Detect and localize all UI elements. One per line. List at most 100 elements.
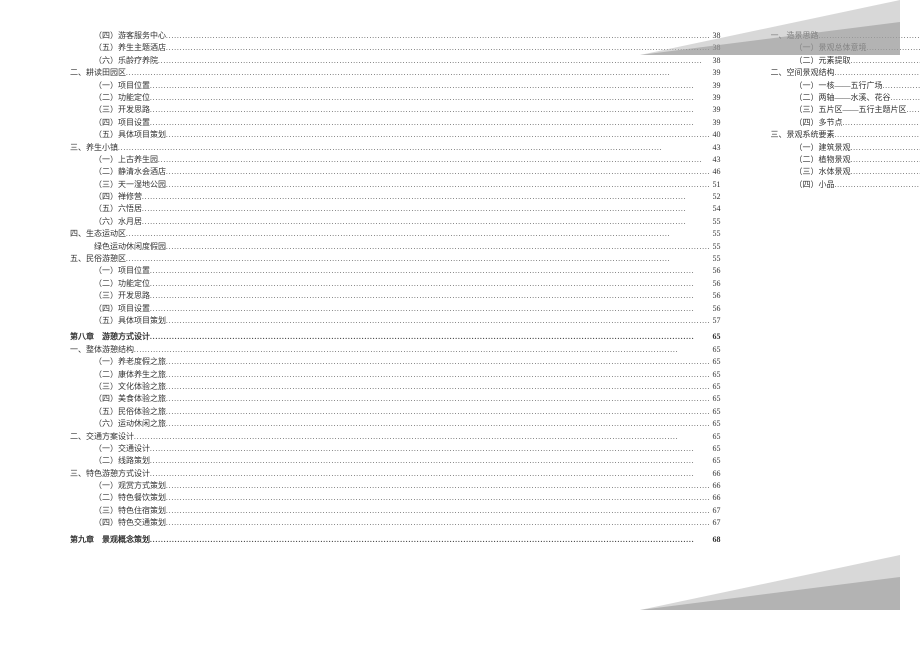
toc-page-number: 65 bbox=[711, 393, 721, 405]
toc-entry: （二）功能定位56 bbox=[70, 278, 721, 290]
toc-leader-dots bbox=[142, 203, 711, 215]
toc-label: （一）交通设计 bbox=[94, 443, 150, 455]
toc-label: （一）项目位置 bbox=[94, 80, 150, 92]
toc-leader-dots bbox=[851, 154, 920, 166]
toc-entry: （四）特色交通策划 67 bbox=[70, 517, 721, 529]
toc-leader-dots bbox=[891, 92, 920, 104]
toc-leader-dots bbox=[150, 117, 711, 129]
toc-label: （二）康体养生之旅 bbox=[94, 369, 166, 381]
toc-label: （六）运动休闲之旅 bbox=[94, 418, 166, 430]
toc-label: （三）开发思路 bbox=[94, 104, 150, 116]
toc-page-number: 65 bbox=[711, 418, 721, 430]
toc-entry: （三）开发思路39 bbox=[70, 104, 721, 116]
toc-page-number: 66 bbox=[711, 468, 721, 480]
toc-entry: （二）线路策划65 bbox=[70, 455, 721, 467]
toc-leader-dots bbox=[166, 241, 711, 253]
toc-entry: （四）小品70 bbox=[771, 179, 920, 191]
toc-entry: 第九章 景观概念策划68 bbox=[70, 534, 721, 546]
toc-label: （二）特色餐饮策划 bbox=[94, 492, 166, 504]
toc-entry: 五、民俗游憩区55 bbox=[70, 253, 721, 265]
toc-left-column: （四）游客服务中心38（五）养生主题酒店38（六）乐龄疗养院38二、耕读田园区3… bbox=[70, 30, 721, 546]
toc-entry: （一）观赏方式策划66 bbox=[70, 480, 721, 492]
toc-entry: （二）元素提取68 bbox=[771, 55, 920, 67]
toc-leader-dots bbox=[150, 92, 711, 104]
toc-entry: （一）建筑景观69 bbox=[771, 142, 920, 154]
toc-leader-dots bbox=[851, 166, 920, 178]
toc-leader-dots bbox=[835, 179, 920, 191]
toc-leader-dots bbox=[867, 42, 920, 54]
toc-entry: 二、耕读田园区39 bbox=[70, 67, 721, 79]
toc-label: （一）项目位置 bbox=[94, 265, 150, 277]
toc-label: （五）具体项目策划 bbox=[94, 129, 166, 141]
toc-leader-dots bbox=[166, 517, 711, 529]
toc-page-number: 66 bbox=[711, 492, 721, 504]
toc-label: 一、造景思路 bbox=[771, 30, 819, 42]
toc-entry: 绿色运动休闲度假园55 bbox=[70, 241, 721, 253]
toc-leader-dots bbox=[142, 216, 711, 228]
toc-label: （六）水月居 bbox=[94, 216, 142, 228]
toc-label: 三、养生小镇 bbox=[70, 142, 118, 154]
toc-entry: （四）禅修营52 bbox=[70, 191, 721, 203]
toc-leader-dots bbox=[166, 166, 711, 178]
toc-page-number: 39 bbox=[711, 67, 721, 79]
toc-label: （三）开发思路 bbox=[94, 290, 150, 302]
toc-leader-dots bbox=[166, 315, 711, 327]
toc-page-number: 43 bbox=[711, 142, 721, 154]
toc-entry: （四）游客服务中心 38 bbox=[70, 30, 721, 42]
toc-page-number: 65 bbox=[711, 356, 721, 368]
toc-leader-dots bbox=[166, 505, 711, 517]
toc-page-number: 54 bbox=[711, 203, 721, 215]
toc-leader-dots bbox=[166, 492, 711, 504]
toc-leader-dots bbox=[907, 104, 920, 116]
toc-leader-dots bbox=[150, 468, 711, 480]
toc-leader-dots bbox=[134, 344, 711, 356]
toc-page-number: 55 bbox=[711, 228, 721, 240]
toc-label: 三、特色游憩方式设计 bbox=[70, 468, 150, 480]
toc-page-number: 38 bbox=[711, 30, 721, 42]
toc-entry: 一、造景思路68 bbox=[771, 30, 920, 42]
toc-label: （三）水体景观 bbox=[795, 166, 851, 178]
toc-page-number: 40 bbox=[711, 129, 721, 141]
toc-entry: （四）项目设置39 bbox=[70, 117, 721, 129]
toc-page-number: 56 bbox=[711, 290, 721, 302]
toc-label: （四）小品 bbox=[795, 179, 835, 191]
toc-label: （六）乐龄疗养院 bbox=[94, 55, 158, 67]
toc-leader-dots bbox=[126, 67, 711, 79]
toc-right-column: 一、造景思路68（一）景观总体意境68（二）元素提取68二、空间景观结构68（一… bbox=[771, 30, 920, 546]
toc-page-number: 57 bbox=[711, 315, 721, 327]
toc-entry: 一、整体游憩结构65 bbox=[70, 344, 721, 356]
toc-label: （二）静清水会酒店 bbox=[94, 166, 166, 178]
toc-leader-dots bbox=[150, 534, 711, 546]
toc-leader-dots bbox=[150, 265, 711, 277]
toc-page-number: 65 bbox=[711, 369, 721, 381]
toc-label: （五）具体项目策划 bbox=[94, 315, 166, 327]
toc-label: （四）项目设置 bbox=[94, 303, 150, 315]
toc-label: （二）元素提取 bbox=[795, 55, 851, 67]
toc-entry: （二）功能定位39 bbox=[70, 92, 721, 104]
toc-entry: 四、生态运动区55 bbox=[70, 228, 721, 240]
toc-page-number: 67 bbox=[711, 517, 721, 529]
toc-label: （一）上古养生园 bbox=[94, 154, 158, 166]
toc-page-number: 51 bbox=[711, 179, 721, 191]
toc-label: （四）特色交通策划 bbox=[94, 517, 166, 529]
toc-page-number: 65 bbox=[711, 331, 721, 343]
toc-label: （二）功能定位 bbox=[94, 92, 150, 104]
toc-page-number: 43 bbox=[711, 154, 721, 166]
toc-label: （一）建筑景观 bbox=[795, 142, 851, 154]
toc-page-number: 38 bbox=[711, 55, 721, 67]
toc-entry: 三、特色游憩方式设计 66 bbox=[70, 468, 721, 480]
toc-label: （三）特色住宿策划 bbox=[94, 505, 166, 517]
toc-entry: 二、交通方案设计65 bbox=[70, 431, 721, 443]
toc-entry: （五）民俗体验之旅65 bbox=[70, 406, 721, 418]
toc-entry: （一）交通设计65 bbox=[70, 443, 721, 455]
toc-leader-dots bbox=[118, 142, 711, 154]
toc-leader-dots bbox=[166, 179, 711, 191]
toc-leader-dots bbox=[134, 431, 711, 443]
toc-label: （四）游客服务中心 bbox=[94, 30, 166, 42]
toc-page-number: 65 bbox=[711, 344, 721, 356]
toc-entry: （二）特色餐饮策划 66 bbox=[70, 492, 721, 504]
toc-entry: （三）特色住宿策划67 bbox=[70, 505, 721, 517]
toc-leader-dots bbox=[166, 30, 711, 42]
toc-page-number: 46 bbox=[711, 166, 721, 178]
toc-leader-dots bbox=[166, 129, 711, 141]
